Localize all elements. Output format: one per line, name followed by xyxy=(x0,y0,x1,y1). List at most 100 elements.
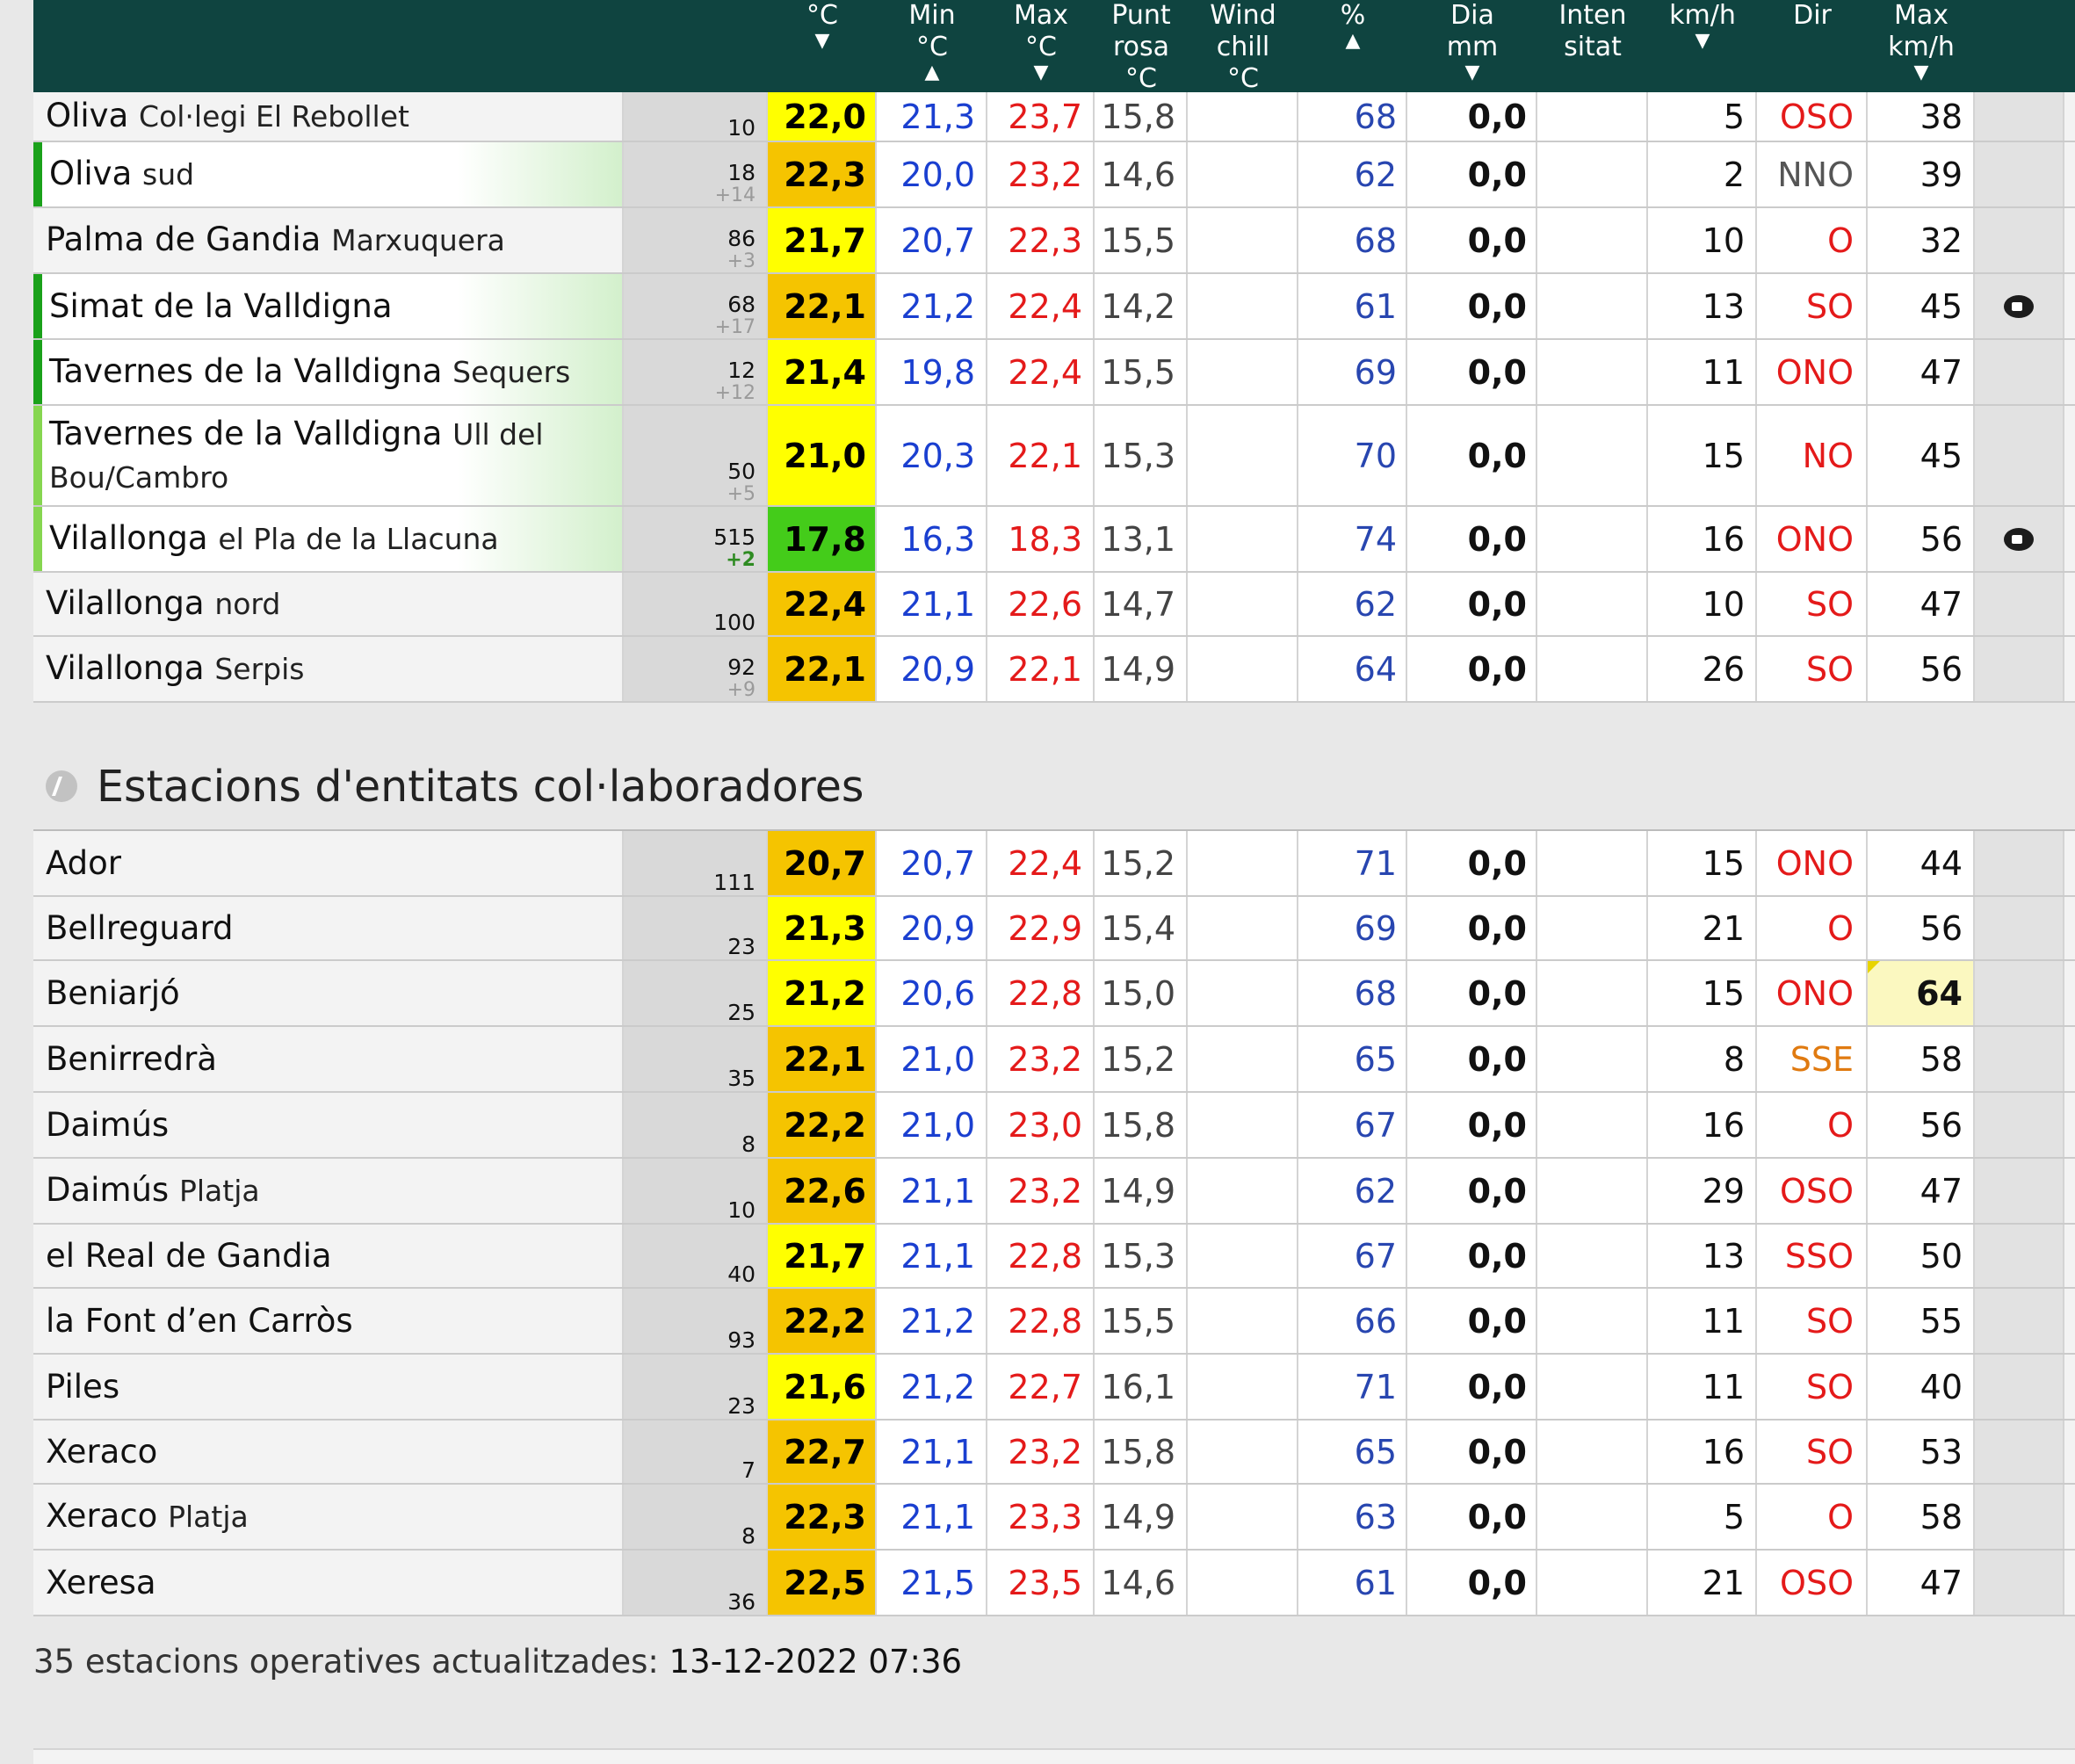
header-col[interactable]: Max °C ▼ xyxy=(987,0,1095,92)
sort-arrow-icon[interactable]: ▲ xyxy=(1298,32,1407,51)
station-name[interactable]: Vilallonga nord xyxy=(46,582,280,625)
sort-arrow-icon[interactable]: ▼ xyxy=(987,63,1095,83)
table-row[interactable]: Oliva sud 18 +14 22,3 20,0 23,2 14,6 62 0,0 2 NNO 3… xyxy=(33,142,2075,208)
station-name[interactable]: Xeresa xyxy=(46,1562,156,1604)
header-col[interactable]: Inten sitat xyxy=(1537,0,1648,92)
table-row[interactable]: Tavernes de la Valldigna Ull del Bou/Cam… xyxy=(33,406,2075,507)
wind-direction-cell: OSO xyxy=(1757,92,1868,141)
station-name[interactable]: Xeraco Platja xyxy=(46,1495,249,1538)
table-row[interactable]: Xeraco 7 22,7 21,1 23,2 15,8 65 0,0 16 SO 53 xyxy=(33,1421,2075,1485)
station-name-cell[interactable]: Xeraco Platja xyxy=(33,1485,624,1549)
station-name-cell[interactable]: Vilallonga nord xyxy=(33,573,624,635)
table-row[interactable]: el Real de Gandia 40 21,7 21,1 22,8 15,3 67 0,0… xyxy=(33,1225,2075,1289)
table-row[interactable]: Daimús 8 22,2 21,0 23,0 15,8 67 0,0 16 O 56 xyxy=(33,1093,2075,1159)
station-name[interactable]: Oliva Col·legi El Rebollet xyxy=(46,95,409,138)
station-name-cell[interactable]: Beniarjó xyxy=(33,961,624,1025)
station-name[interactable]: Benirredrà xyxy=(46,1038,217,1081)
history-cell xyxy=(2064,142,2075,206)
sort-arrow-icon[interactable]: ▼ xyxy=(1648,32,1757,51)
station-name[interactable]: Simat de la Valldigna xyxy=(49,286,393,328)
header-col[interactable]: °C ▼ xyxy=(768,0,877,92)
wind-direction-cell: SO xyxy=(1757,1355,1868,1419)
header-col[interactable]: km/h ▼ xyxy=(1648,0,1757,92)
table-row[interactable]: Tavernes de la Valldigna Sequers 12 +12 21,… xyxy=(33,340,2075,406)
station-main-name: Piles xyxy=(46,1367,120,1406)
altitude-cell: 10 xyxy=(624,92,768,141)
camera-cell xyxy=(1975,208,2064,272)
station-name[interactable]: Daimús xyxy=(46,1104,169,1146)
max-temp-cell: 22,1 xyxy=(987,637,1095,701)
station-name[interactable]: Daimús Platja xyxy=(46,1169,260,1212)
table-row[interactable]: Daimús Platja 10 22,6 21,1 23,2 14,9 62 0,0 29 OS… xyxy=(33,1159,2075,1225)
station-name[interactable]: Vilallonga el Pla de la Llacuna xyxy=(49,517,499,560)
station-name-cell[interactable]: Simat de la Valldigna xyxy=(33,274,624,338)
header-col[interactable]: Punt rosa °C xyxy=(1095,0,1188,92)
table-row[interactable]: Vilallonga Serpis 92 +9 22,1 20,9 22,1 14,9 64 0… xyxy=(33,637,2075,703)
camera-cell[interactable] xyxy=(1975,274,2064,338)
station-name[interactable]: el Real de Gandia xyxy=(46,1235,332,1277)
header-col[interactable]: Max km/h ▼ xyxy=(1868,0,1975,92)
station-name[interactable]: Beniarjó xyxy=(46,972,180,1015)
table-row[interactable]: Xeraco Platja 8 22,3 21,1 23,3 14,9 63 0,0 5 O 58 xyxy=(33,1485,2075,1551)
station-name-cell[interactable]: la Font d’en Carròs xyxy=(33,1289,624,1353)
station-name-cell[interactable]: Vilallonga el Pla de la Llacuna xyxy=(33,507,624,571)
station-name-cell[interactable]: Tavernes de la Valldigna Ull del Bou/Cam… xyxy=(33,406,624,505)
table-row[interactable]: Xeresa 36 22,5 21,5 23,5 14,6 61 0,0 21 OSO 47 xyxy=(33,1551,2075,1616)
station-name-cell[interactable]: Bellreguard xyxy=(33,897,624,959)
station-name-cell[interactable]: Palma de Gandia Marxuquera xyxy=(33,208,624,272)
min-temp-cell: 21,2 xyxy=(877,274,987,338)
station-name[interactable]: Piles xyxy=(46,1366,119,1408)
station-name[interactable]: Ador xyxy=(46,842,121,885)
station-name-cell[interactable]: Oliva sud xyxy=(33,142,624,206)
sort-arrow-icon[interactable]: ▼ xyxy=(1868,63,1975,83)
station-name[interactable]: Bellreguard xyxy=(46,907,234,950)
rain-intensity-cell xyxy=(1537,1093,1648,1157)
station-name-cell[interactable]: Xeraco xyxy=(33,1421,624,1483)
header-col[interactable]: Dia mm ▼ xyxy=(1407,0,1537,92)
station-name-cell[interactable]: Xeresa xyxy=(33,1551,624,1615)
station-name[interactable]: Tavernes de la Valldigna Ull del Bou/Cam… xyxy=(49,413,622,499)
station-name[interactable]: la Font d’en Carròs xyxy=(46,1300,353,1342)
station-name-cell[interactable]: Daimús Platja xyxy=(33,1159,624,1223)
header-col[interactable]: Min °C ▲ xyxy=(877,0,987,92)
station-name[interactable]: Tavernes de la Valldigna Sequers xyxy=(49,351,570,394)
altitude-cell: 40 xyxy=(624,1225,768,1287)
table-row[interactable]: Ador 111 20,7 20,7 22,4 15,2 71 0,0 15 ONO 44 xyxy=(33,831,2075,897)
header-col[interactable]: % ▲ xyxy=(1298,0,1407,92)
sort-arrow-icon[interactable]: ▲ xyxy=(877,63,987,83)
table-row[interactable]: Vilallonga nord 100 22,4 21,1 22,6 14,7 62 0,0 1… xyxy=(33,573,2075,637)
station-name-cell[interactable]: Tavernes de la Valldigna Sequers xyxy=(33,340,624,404)
camera-icon[interactable] xyxy=(2004,527,2034,551)
altitude-cell: 23 xyxy=(624,897,768,959)
station-name-cell[interactable]: Daimús xyxy=(33,1093,624,1157)
station-name-cell[interactable]: Oliva Col·legi El Rebollet xyxy=(33,92,624,141)
station-name[interactable]: Oliva sud xyxy=(49,153,194,196)
humidity-cell: 70 xyxy=(1298,406,1407,505)
table-row[interactable]: la Font d’en Carròs 93 22,2 21,2 22,8 15,5 66 0… xyxy=(33,1289,2075,1355)
station-name-cell[interactable]: el Real de Gandia xyxy=(33,1225,624,1287)
header-col[interactable]: Dir xyxy=(1757,0,1868,92)
table-row[interactable]: Vilallonga el Pla de la Llacuna 515 +2 17,8… xyxy=(33,507,2075,573)
station-name[interactable]: Palma de Gandia Marxuquera xyxy=(46,219,505,262)
camera-cell[interactable] xyxy=(1975,507,2064,571)
table-row[interactable]: Simat de la Valldigna 68 +17 22,1 21,2 22,4 14… xyxy=(33,274,2075,340)
station-name-cell[interactable]: Benirredrà xyxy=(33,1027,624,1091)
station-name-cell[interactable]: Ador xyxy=(33,831,624,895)
station-name-cell[interactable]: Piles xyxy=(33,1355,624,1419)
table-row[interactable]: Bellreguard 23 21,3 20,9 22,9 15,4 69 0,0 21 O 56 xyxy=(33,897,2075,961)
sort-arrow-icon[interactable]: ▼ xyxy=(768,32,877,51)
table-row[interactable]: Beniarjó 25 21,2 20,6 22,8 15,0 68 0,0 15 ONO 64 xyxy=(33,961,2075,1027)
dew-point-cell: 15,8 xyxy=(1095,1421,1188,1483)
camera-icon[interactable] xyxy=(2004,294,2034,318)
dew-point-cell: 13,1 xyxy=(1095,507,1188,571)
camera-cell xyxy=(1975,1551,2064,1615)
table-row[interactable]: Piles 23 21,6 21,2 22,7 16,1 71 0,0 11 SO 40 xyxy=(33,1355,2075,1421)
station-name-cell[interactable]: Vilallonga Serpis xyxy=(33,637,624,701)
station-name[interactable]: Vilallonga Serpis xyxy=(46,647,304,690)
table-row[interactable]: Benirredrà 35 22,1 21,0 23,2 15,2 65 0,0 8 SSE 58 xyxy=(33,1027,2075,1093)
station-name[interactable]: Xeraco xyxy=(46,1431,157,1473)
header-col[interactable]: Wind chill °C xyxy=(1188,0,1298,92)
sort-arrow-icon[interactable]: ▼ xyxy=(1407,63,1537,83)
table-row[interactable]: Palma de Gandia Marxuquera 86 +3 21,7 20,7 22… xyxy=(33,208,2075,274)
table-row[interactable]: Oliva Col·legi El Rebollet 10 22,0 21,3 23,7… xyxy=(33,92,2075,142)
